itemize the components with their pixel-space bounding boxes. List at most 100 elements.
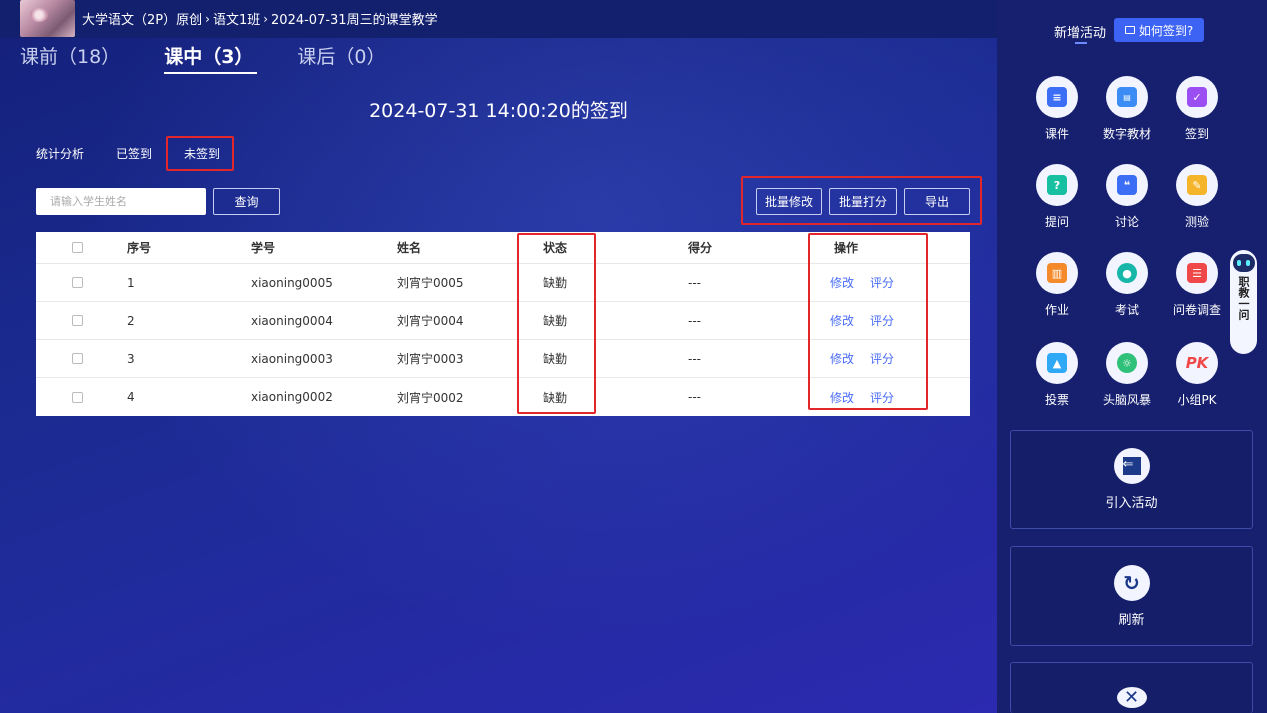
tool-brainstorm[interactable]: ☼ 头脑风暴 bbox=[1092, 342, 1162, 408]
breadcrumb-separator: › bbox=[263, 11, 269, 26]
breadcrumb: 大学语文（2P）原创 › 语文1班 › 2024-07-31周三的课堂教学 bbox=[82, 9, 438, 29]
phase-tabs: 课前（18） 课中（3） 课后（0） bbox=[20, 42, 430, 74]
panel-title-underline bbox=[1075, 42, 1087, 44]
homework-icon: ▥ bbox=[1036, 252, 1078, 294]
breadcrumb-class[interactable]: 语文1班 bbox=[213, 13, 260, 28]
panel-title[interactable]: 新增活动 bbox=[1054, 22, 1106, 41]
cell-name: 刘宵宁0002 bbox=[397, 390, 464, 405]
breadcrumb-separator: › bbox=[205, 11, 210, 26]
tool-label: 测验 bbox=[1184, 215, 1209, 229]
cell-name: 刘宵宁0004 bbox=[397, 314, 464, 328]
row-checkbox[interactable] bbox=[72, 277, 83, 288]
tab-before-class[interactable]: 课前（18） bbox=[20, 42, 120, 72]
refresh-card[interactable]: ↻ 刷新 bbox=[1010, 546, 1253, 646]
query-button[interactable]: 查询 bbox=[213, 188, 280, 215]
cell-student-id: xiaoning0005 bbox=[251, 275, 333, 290]
refresh-label: 刷新 bbox=[1118, 612, 1145, 628]
signin-title: 2024-07-31 14:00:20的签到 bbox=[369, 100, 628, 122]
tool-digital-textbook[interactable]: ▤ 数字教材 bbox=[1092, 76, 1162, 142]
cell-name: 刘宵宁0005 bbox=[397, 276, 464, 290]
cell-score: --- bbox=[688, 313, 701, 328]
survey-icon: ☰ bbox=[1176, 252, 1218, 294]
tool-courseware[interactable]: ≡ 课件 bbox=[1022, 76, 1092, 142]
discussion-icon: ❝ bbox=[1106, 164, 1148, 206]
breadcrumb-lesson: 2024-07-31周三的课堂教学 bbox=[271, 13, 438, 28]
close-icon: ✕ bbox=[1116, 687, 1147, 708]
tool-label: 数字教材 bbox=[1102, 127, 1151, 141]
highlight-box-actions bbox=[741, 176, 982, 225]
tool-discussion[interactable]: ❝ 讨论 bbox=[1092, 164, 1162, 230]
tool-vote[interactable]: ▲ 投票 bbox=[1022, 342, 1092, 408]
quiz-icon: ✎ bbox=[1176, 164, 1218, 206]
tool-label: 投票 bbox=[1044, 393, 1069, 407]
assistant-label: 职教一问 bbox=[1237, 276, 1250, 320]
tool-question[interactable]: ? 提问 bbox=[1022, 164, 1092, 230]
header-name: 姓名 bbox=[397, 241, 422, 255]
highlight-box-status-column bbox=[517, 233, 596, 414]
vote-icon: ▲ bbox=[1036, 342, 1078, 384]
tool-label: 问卷调查 bbox=[1172, 303, 1221, 317]
assistant-widget[interactable]: 职教一问 bbox=[1230, 250, 1257, 354]
course-thumbnail bbox=[20, 0, 75, 37]
import-activity-label: 引入活动 bbox=[1105, 496, 1158, 511]
cell-number: 2 bbox=[127, 313, 135, 328]
student-name-search-input[interactable] bbox=[36, 188, 206, 215]
group-pk-icon: PK bbox=[1176, 342, 1218, 384]
cell-score: --- bbox=[688, 390, 701, 404]
tool-label: 头脑风暴 bbox=[1102, 393, 1151, 407]
header-score: 得分 bbox=[688, 241, 713, 255]
brainstorm-icon: ☼ bbox=[1106, 342, 1148, 384]
tool-exam[interactable]: ● 考试 bbox=[1092, 252, 1162, 318]
tool-label: 提问 bbox=[1044, 215, 1069, 229]
tool-signin[interactable]: ✓ 签到 bbox=[1162, 76, 1232, 142]
cell-number: 4 bbox=[127, 390, 135, 404]
row-checkbox-cell bbox=[72, 302, 83, 339]
highlight-box-actions-column bbox=[808, 233, 928, 410]
subtab-signed[interactable]: 已签到 bbox=[116, 145, 152, 162]
header-student-id: 学号 bbox=[251, 241, 276, 255]
tool-label: 考试 bbox=[1114, 303, 1139, 317]
breadcrumb-course[interactable]: 大学语文（2P）原创 bbox=[82, 13, 202, 28]
row-checkbox[interactable] bbox=[72, 315, 83, 326]
how-to-signin-label: 如何签到? bbox=[1138, 23, 1194, 38]
tool-label: 作业 bbox=[1044, 303, 1069, 317]
refresh-icon: ↻ bbox=[1113, 564, 1150, 601]
cell-score: --- bbox=[688, 275, 701, 290]
row-checkbox[interactable] bbox=[72, 353, 83, 364]
cell-name: 刘宵宁0003 bbox=[397, 352, 464, 366]
tool-label: 小组PK bbox=[1177, 393, 1217, 407]
cell-number: 3 bbox=[127, 351, 135, 366]
import-activity-card[interactable]: ⇐ 引入活动 bbox=[1010, 430, 1253, 529]
tool-label: 课件 bbox=[1044, 127, 1069, 141]
robot-icon bbox=[1232, 254, 1255, 272]
tool-quiz[interactable]: ✎ 测验 bbox=[1162, 164, 1232, 230]
tool-group-pk[interactable]: PK 小组PK bbox=[1162, 342, 1232, 408]
screen-icon bbox=[1124, 26, 1135, 34]
digital-textbook-icon: ▤ bbox=[1106, 76, 1148, 118]
import-icon: ⇐ bbox=[1113, 448, 1150, 484]
select-all-checkbox[interactable] bbox=[72, 242, 83, 253]
header-number: 序号 bbox=[127, 241, 152, 255]
cell-number: 1 bbox=[127, 275, 135, 290]
tab-after-class[interactable]: 课后（0） bbox=[297, 42, 385, 72]
signin-icon: ✓ bbox=[1176, 76, 1218, 118]
how-to-signin-button[interactable]: 如何签到? bbox=[1114, 18, 1204, 42]
exam-icon: ● bbox=[1106, 252, 1148, 294]
tool-survey[interactable]: ☰ 问卷调查 bbox=[1162, 252, 1232, 318]
row-checkbox-cell bbox=[72, 378, 83, 416]
cell-score: --- bbox=[688, 351, 701, 366]
row-checkbox-cell bbox=[72, 340, 83, 377]
cell-student-id: xiaoning0004 bbox=[251, 313, 333, 328]
cell-student-id: xiaoning0003 bbox=[251, 351, 333, 366]
subtab-statistics[interactable]: 统计分析 bbox=[36, 145, 84, 162]
row-checkbox-cell bbox=[72, 264, 83, 301]
tool-label: 讨论 bbox=[1114, 215, 1139, 229]
tool-label: 签到 bbox=[1184, 127, 1209, 141]
question-icon: ? bbox=[1036, 164, 1078, 206]
tab-in-class[interactable]: 课中（3） bbox=[164, 42, 258, 74]
courseware-icon: ≡ bbox=[1036, 76, 1078, 118]
header-checkbox-cell bbox=[72, 232, 83, 263]
row-checkbox[interactable] bbox=[72, 391, 83, 403]
close-card[interactable]: ✕ bbox=[1010, 662, 1253, 713]
tool-homework[interactable]: ▥ 作业 bbox=[1022, 252, 1092, 318]
